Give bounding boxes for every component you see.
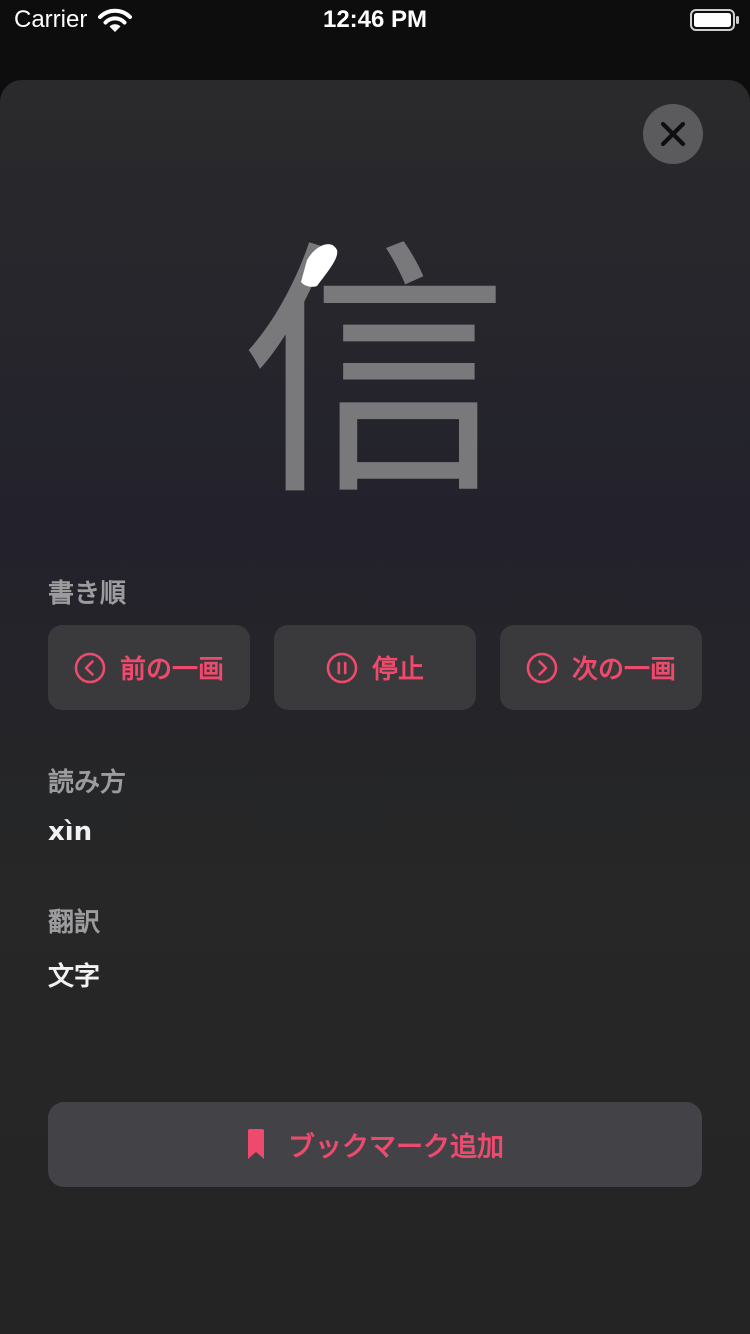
- chevron-right-circle-icon: [526, 652, 558, 683]
- kanji-detail-sheet: 信 書き順 前の一画 停止 次の一画 読み方 xìn 翻訳 文字 ブックマーク追…: [0, 80, 750, 1334]
- kanji-stroke-animation: 信: [240, 220, 510, 520]
- pause-circle-icon: [326, 652, 358, 683]
- prev-stroke-label: 前の一画: [119, 655, 224, 685]
- bookmark-icon: [248, 1128, 264, 1159]
- close-button[interactable]: [643, 104, 703, 164]
- next-stroke-label: 次の一画: [571, 655, 676, 685]
- prev-stroke-button[interactable]: 前の一画: [48, 625, 250, 710]
- chevron-left-circle-icon: [74, 652, 106, 683]
- next-stroke-button[interactable]: 次の一画: [500, 625, 702, 710]
- pause-button[interactable]: 停止: [274, 625, 476, 710]
- translation-label: 翻訳: [48, 908, 101, 938]
- translation-value: 文字: [48, 962, 101, 992]
- stroke-order-label: 書き順: [48, 579, 127, 609]
- close-icon: [660, 121, 686, 147]
- pause-label: 停止: [371, 655, 424, 685]
- battery-icon: [690, 9, 739, 31]
- add-bookmark-button[interactable]: ブックマーク追加: [48, 1102, 702, 1187]
- reading-label: 読み方: [48, 768, 127, 798]
- status-bar: Carrier 12:46 PM: [0, 0, 750, 40]
- kanji-character: 信: [240, 220, 510, 520]
- clock: 12:46 PM: [322, 6, 428, 33]
- reading-value: xìn: [48, 817, 93, 847]
- add-bookmark-label: ブックマーク追加: [288, 1132, 504, 1163]
